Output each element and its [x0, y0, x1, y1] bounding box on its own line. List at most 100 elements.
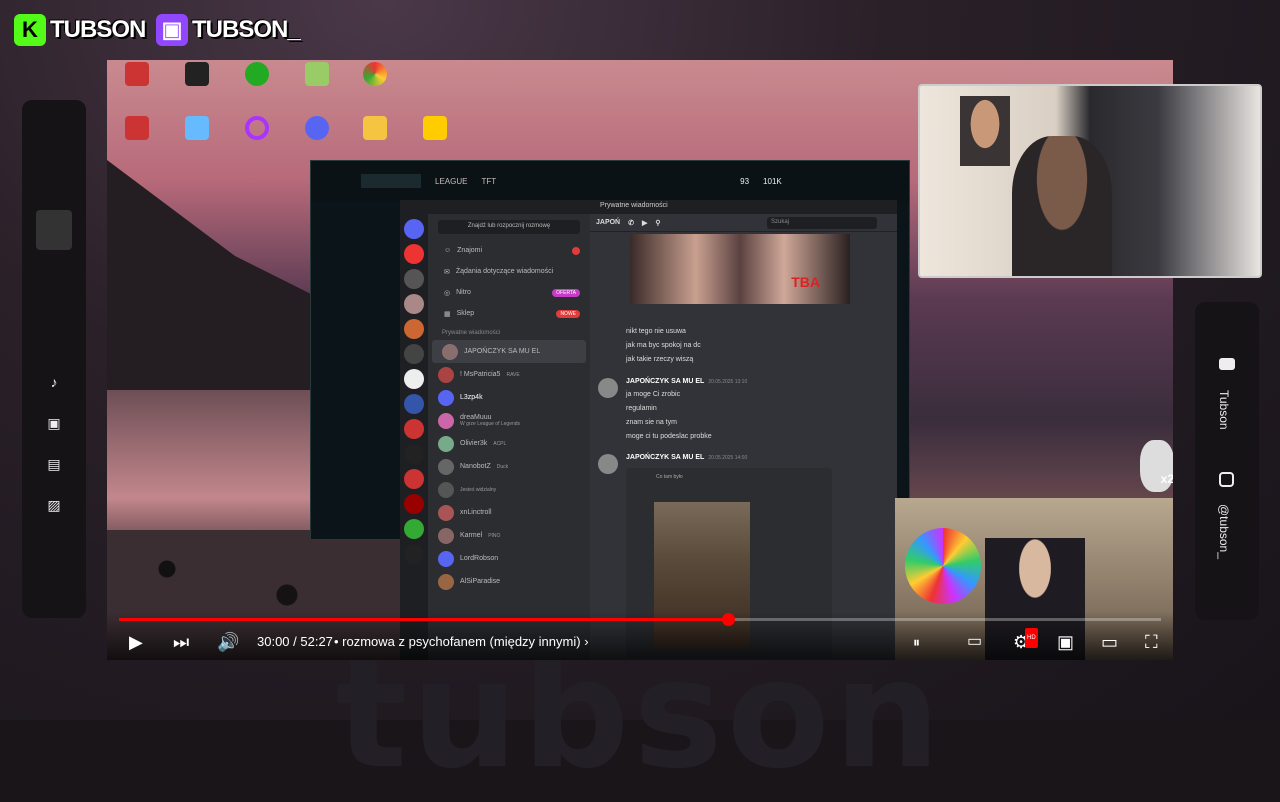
- discord-home-icon[interactable]: [404, 219, 424, 239]
- call-icon[interactable]: ✆: [628, 219, 634, 227]
- video-call-icon[interactable]: ▶: [642, 219, 647, 227]
- dm-item[interactable]: LordRobson: [428, 547, 590, 570]
- dm-search[interactable]: Znajdź lub rozpocznij rozmowę: [438, 220, 580, 234]
- server-icon[interactable]: [404, 244, 424, 264]
- server-icon[interactable]: [404, 444, 424, 464]
- subtitles-icon[interactable]: ▭: [967, 632, 982, 652]
- server-icon[interactable]: [404, 319, 424, 339]
- server-icon[interactable]: [404, 344, 424, 364]
- overlay-logo-icon: [36, 210, 72, 250]
- dm-item[interactable]: Olivier3k ACPL: [428, 432, 590, 455]
- server-icon[interactable]: [404, 394, 424, 414]
- right-sidebar: Tubson @tubson_: [1195, 302, 1259, 620]
- desktop-icon[interactable]: [227, 62, 287, 88]
- chat-search[interactable]: Szukaj: [767, 216, 877, 229]
- desktop-icon[interactable]: [107, 62, 167, 88]
- avatar: [438, 481, 454, 498]
- dm-item[interactable]: AlSiParadise: [428, 570, 590, 593]
- notification-dot: [572, 246, 580, 255]
- offer-badge: OFERTA: [552, 288, 580, 297]
- dm-item[interactable]: JAPOŃCZYK SA MU EL: [432, 340, 586, 363]
- message-timestamp: 20.05.2025 13:10: [708, 379, 748, 385]
- chat-panel: JAPOŃ ✆ ▶ ⚲ Szukaj TBA nikt tego nie usu…: [590, 214, 897, 660]
- message-author[interactable]: JAPOŃCZYK SA MU EL: [626, 454, 704, 461]
- instagram-icon[interactable]: [1219, 472, 1234, 487]
- message-text: jak ma byc spokoj na dc: [626, 342, 701, 349]
- desktop-icon[interactable]: [167, 116, 227, 142]
- nav-requests[interactable]: ✉ Żądania dotyczące wiadomości: [428, 261, 590, 282]
- tft-tab[interactable]: TFT: [481, 177, 496, 186]
- left-sidebar: ♪ ▣ ▤ ▨: [22, 100, 86, 618]
- settings-icon[interactable]: ⚙ HD: [1013, 628, 1038, 652]
- message-author[interactable]: JAPOŃCZYK SA MU EL: [626, 378, 704, 385]
- video-icon[interactable]: ▣: [44, 415, 64, 435]
- youtube-icon[interactable]: [1219, 358, 1235, 370]
- message-text: znam sie na tym: [626, 419, 677, 426]
- image-overlay-text: TBA: [791, 274, 820, 290]
- server-icon[interactable]: [404, 544, 424, 564]
- chapter-label: • rozmowa z psychofanem (między innymi): [334, 634, 581, 649]
- league-tab[interactable]: LEAGUE: [435, 177, 467, 186]
- server-icon[interactable]: [404, 369, 424, 389]
- envelope-icon: ✉: [444, 268, 450, 276]
- server-icon[interactable]: [404, 269, 424, 289]
- avatar: [438, 412, 454, 429]
- avatar: [438, 435, 454, 452]
- dm-item[interactable]: dreaMuuu W grze League of Legends: [428, 409, 590, 432]
- nav-shop[interactable]: ▦ Sklep NOWE: [428, 303, 590, 324]
- desktop-icon[interactable]: [107, 116, 167, 142]
- chrome-icon[interactable]: [345, 62, 405, 88]
- nav-friends[interactable]: ☺ Znajomi: [428, 240, 590, 261]
- image-icon[interactable]: ▨: [44, 497, 64, 517]
- server-icon[interactable]: [404, 469, 424, 489]
- kick-brand: K TUBSON: [14, 14, 146, 46]
- discord-icon[interactable]: [287, 116, 347, 142]
- next-icon[interactable]: ⏭: [173, 632, 189, 652]
- server-icon[interactable]: [404, 519, 424, 539]
- nav-nitro[interactable]: ◎ Nitro OFERTA: [428, 282, 590, 303]
- avatar: [438, 573, 454, 590]
- folder-icon[interactable]: [345, 116, 405, 142]
- dm-item[interactable]: NanobotZ Duck: [428, 455, 590, 478]
- desktop-icon[interactable]: [227, 116, 287, 142]
- avatar[interactable]: [598, 378, 618, 398]
- progress-knob[interactable]: [721, 613, 735, 626]
- time-display: 30:00 / 52:27: [257, 634, 333, 649]
- autoplay-toggle[interactable]: ⏸: [913, 632, 920, 652]
- message-text: regulamin: [626, 405, 657, 412]
- desktop-icon[interactable]: [167, 62, 227, 88]
- dm-item[interactable]: L3zp4k: [428, 386, 590, 409]
- fullscreen-icon[interactable]: ⛶: [1145, 632, 1158, 652]
- dm-item[interactable]: ! MsPatricia5 RAVE: [428, 363, 590, 386]
- theater-icon[interactable]: ▭: [1101, 632, 1118, 652]
- dm-item[interactable]: Karmel PINO: [428, 524, 590, 547]
- dm-status: ACPL: [493, 440, 507, 447]
- progress-bar[interactable]: [119, 613, 1161, 626]
- music-icon[interactable]: ♪: [44, 374, 64, 394]
- avatar: [438, 527, 454, 544]
- rockstar-icon[interactable]: [405, 116, 465, 142]
- rp-count: 93: [740, 176, 750, 186]
- calendar-icon[interactable]: ▤: [44, 456, 64, 476]
- discord-window: Prywatne wiadomości Znajdź lub rozpoczni…: [400, 200, 897, 660]
- pin-icon[interactable]: ⚲: [655, 219, 660, 227]
- desktop-icon[interactable]: [287, 62, 347, 88]
- dm-item[interactable]: xnLinctroll: [428, 501, 590, 524]
- server-icon[interactable]: [404, 294, 424, 314]
- dm-item[interactable]: Jesteś widzialny: [428, 478, 590, 501]
- dm-status: Jesteś widzialny: [460, 486, 497, 493]
- server-icon[interactable]: [404, 419, 424, 439]
- message-timestamp: 20.05.2025 14:00: [708, 455, 748, 461]
- shared-image[interactable]: TBA: [630, 234, 850, 304]
- avatar: [438, 366, 454, 383]
- dm-status: Duck: [496, 463, 509, 470]
- server-icon[interactable]: [404, 494, 424, 514]
- play-icon[interactable]: ▶: [129, 632, 143, 652]
- play-button[interactable]: [361, 174, 421, 188]
- miniplayer-icon[interactable]: ▣: [1057, 632, 1074, 652]
- volume-icon[interactable]: 🔊: [217, 632, 239, 652]
- nav-label: Znajomi: [457, 247, 483, 254]
- chapter-title[interactable]: • rozmowa z psychofanem (między innymi) …: [334, 634, 589, 649]
- avatar[interactable]: [598, 454, 618, 474]
- friends-icon: ☺: [444, 247, 452, 254]
